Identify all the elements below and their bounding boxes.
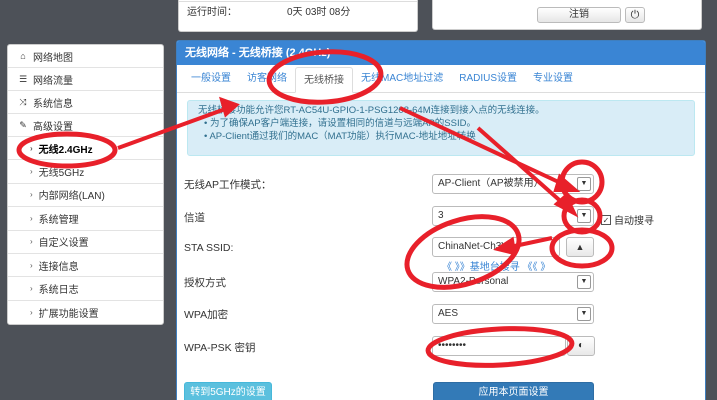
sidebar-sub-label: 无线2.4GHz — [38, 144, 93, 156]
chevron-right-icon: › — [30, 167, 33, 177]
sidebar-item-system-info[interactable]: ⤨ 系统信息 — [8, 91, 163, 114]
shuffle-icon: ⤨ — [19, 96, 27, 107]
chevron-down-icon: ▼ — [577, 177, 591, 191]
sidebar-sub-extensions[interactable]: › 扩展功能设置 — [8, 301, 163, 324]
wpa-select[interactable]: AES ▼ — [432, 304, 594, 324]
tab-guest[interactable]: 访客网络 — [239, 66, 295, 92]
sidebar: ⌂ 网络地图 ☰ 网络流量 ⤨ 系统信息 ✎ 高级设置 › 无线2.4GHz › 无线5GH… — [7, 44, 164, 326]
chevron-right-icon: › — [30, 237, 33, 247]
chevron-right-icon: › — [30, 213, 33, 223]
sidebar-item-traffic[interactable]: ☰ 网络流量 — [8, 68, 163, 91]
sidebar-sub-label: 自定义设置 — [38, 238, 89, 250]
checkbox-icon: ✓ — [601, 214, 611, 225]
info-box: 无线桥接功能允许您RT-AC54U-GPIO-1-PSG1208-64M连接到接… — [187, 100, 695, 156]
sidebar-sub-wifi-5[interactable]: › 无线5GHz — [8, 160, 163, 184]
sidebar-item-label: 网络地图 — [33, 52, 73, 64]
sidebar-item-advanced[interactable]: ✎ 高级设置 — [8, 114, 163, 137]
sidebar-sub-label: 扩展功能设置 — [38, 308, 99, 320]
home-icon: ⌂ — [20, 51, 26, 61]
info-main: 无线桥接功能允许您RT-AC54U-GPIO-1-PSG1208-64M连接到接… — [198, 105, 545, 116]
sidebar-sub-connections[interactable]: › 连接信息 — [8, 254, 163, 278]
tab-general[interactable]: 一般设置 — [183, 66, 239, 92]
chevron-right-icon: › — [30, 143, 33, 153]
tab-mac-filter[interactable]: 无线MAC地址过滤 — [353, 66, 451, 92]
info-item: • AP-Client通过我们的MAC（MAT功能）执行MAC-地址地址转换 — [204, 131, 476, 142]
sidebar-sub-label: 系统日志 — [38, 285, 79, 297]
wpa-label: WPA加密 — [184, 308, 229, 321]
mode-label: 无线AP工作模式： — [184, 178, 272, 191]
scan-toggle-button[interactable]: ▲ — [566, 237, 594, 257]
auth-value: WPA2-Personal — [438, 276, 509, 287]
psk-value: •••••••• — [438, 340, 467, 351]
wpa-value: AES — [438, 308, 459, 319]
psk-input[interactable]: •••••••• — [432, 336, 566, 356]
auth-select[interactable]: WPA2-Personal ▼ — [432, 272, 594, 292]
sidebar-sub-label: 内部网络(LAN) — [38, 191, 105, 203]
sidebar-sub-syslog[interactable]: › 系统日志 — [8, 277, 163, 301]
sidebar-sub-wifi-24[interactable]: › 无线2.4GHz — [8, 137, 163, 161]
ssid-row: STA SSID: — [184, 238, 434, 258]
mode-row: 无线AP工作模式： — [184, 174, 434, 194]
sidebar-sub-label: 系统管理 — [38, 214, 79, 226]
uptime-value: 0天 03时 08分 — [287, 6, 351, 18]
tab-radius[interactable]: RADIUS设置 — [451, 66, 525, 92]
chevron-right-icon: › — [30, 260, 33, 270]
auto-scan-label: 自动搜寻 — [614, 216, 654, 227]
show-password-icon[interactable]: ◐ — [567, 336, 595, 356]
sidebar-item-label: 系统信息 — [33, 98, 73, 110]
ssid-input[interactable]: ChinaNet-Ch3W — [432, 237, 560, 257]
tab-professional[interactable]: 专业设置 — [525, 66, 581, 92]
chevron-down-icon: ▼ — [577, 209, 591, 223]
channel-select[interactable]: 3 ▼ — [432, 206, 594, 226]
list-icon: ☰ — [18, 73, 28, 84]
sidebar-sub-label: 无线5GHz — [38, 168, 85, 180]
auth-row: 授权方式 — [184, 272, 434, 292]
sidebar-sub-lan[interactable]: › 内部网络(LAN) — [8, 184, 163, 208]
sidebar-sub-admin[interactable]: › 系统管理 — [8, 207, 163, 231]
psk-row: WPA-PSK 密钥 — [184, 337, 434, 357]
channel-row: 信道 — [184, 207, 434, 227]
sidebar-item-network-map[interactable]: ⌂ 网络地图 — [8, 45, 163, 68]
tab-bridge[interactable]: 无线桥接 — [295, 67, 353, 93]
info-item: • 为了确保AP客户端连接，请设置相同的信道与远端AP的SSID。 — [204, 118, 476, 129]
sidebar-sub-label: 连接信息 — [38, 261, 79, 273]
uptime-label: 运行时间： — [187, 6, 237, 18]
ssid-label: STA SSID: — [184, 242, 234, 254]
panel-title: 无线网络 - 无线桥接 (2.4GHz) — [177, 41, 705, 65]
wpa-row: WPA加密 — [184, 304, 434, 324]
goto-5g-button[interactable]: 转到5GHz的设置 — [184, 382, 272, 400]
channel-value: 3 — [438, 210, 444, 221]
auth-label: 授权方式 — [184, 276, 226, 289]
chevron-right-icon: › — [30, 190, 33, 200]
sidebar-item-label: 网络流量 — [33, 75, 73, 87]
uptime-row: 运行时间： 0天 03时 08分 — [179, 3, 417, 18]
chevron-down-icon: ▼ — [577, 307, 591, 321]
sidebar-item-label: 高级设置 — [33, 121, 73, 133]
auto-scan-checkbox[interactable]: ✓ 自动搜寻 — [601, 212, 654, 227]
mode-value: AP-Client（AP被禁用） — [438, 178, 544, 189]
chevron-right-icon: › — [30, 307, 33, 317]
apply-button[interactable]: 应用本页面设置 — [433, 382, 594, 400]
ssid-value: ChinaNet-Ch3W — [438, 241, 511, 252]
channel-label: 信道 — [184, 211, 205, 224]
wrench-icon: ✎ — [19, 119, 27, 130]
tab-bar: 一般设置 访客网络 无线桥接 无线MAC地址过滤 RADIUS设置 专业设置 — [177, 65, 705, 93]
status-box: 运行时间： 0天 03时 08分 — [178, 0, 418, 32]
power-icon[interactable]: ⏻ — [625, 7, 645, 23]
logout-box: 注销 ⏻ — [432, 0, 702, 30]
chevron-right-icon: › — [30, 284, 33, 294]
logout-button[interactable]: 注销 — [537, 7, 621, 23]
psk-label: WPA-PSK 密钥 — [184, 341, 256, 354]
chevron-down-icon: ▼ — [577, 275, 591, 289]
sidebar-sub-custom[interactable]: › 自定义设置 — [8, 231, 163, 254]
mode-select[interactable]: AP-Client（AP被禁用） ▼ — [432, 174, 594, 194]
